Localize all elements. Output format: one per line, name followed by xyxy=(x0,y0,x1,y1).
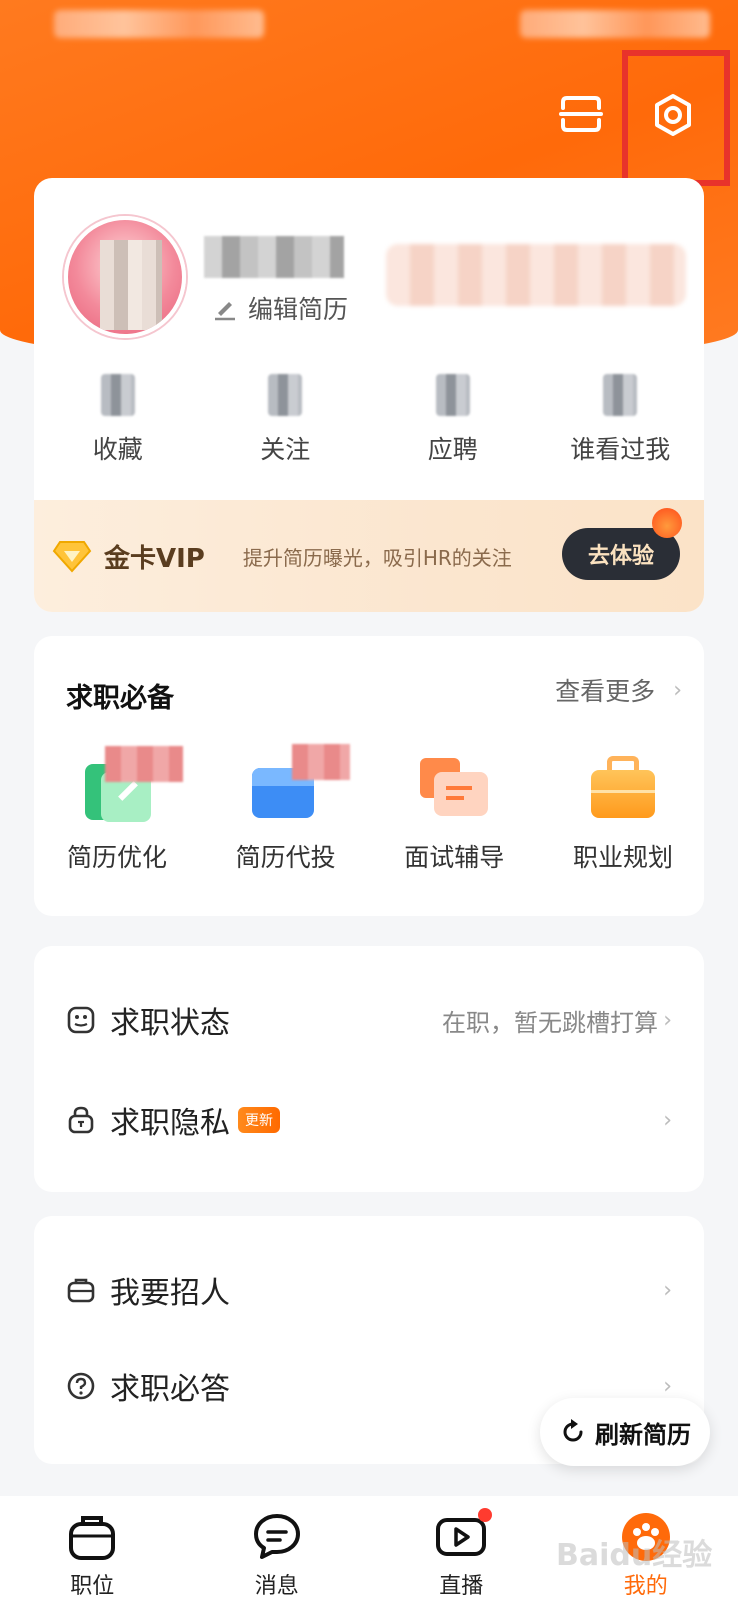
view-more-link[interactable]: 查看更多 › xyxy=(555,672,682,708)
profile-card: 编辑简历 收藏 关注 应聘 谁看过我 金卡VIP 提升简历曝光，吸引HR的关注 … xyxy=(34,178,704,612)
job-status-value: 在职，暂无跳槽打算 xyxy=(442,1008,658,1037)
vip-title: 金卡VIP xyxy=(104,543,205,574)
tool-label: 职业规划 xyxy=(572,843,673,872)
question-icon xyxy=(67,1372,95,1400)
diamond-icon xyxy=(52,541,92,573)
vip-banner[interactable]: 金卡VIP 提升简历曝光，吸引HR的关注 去体验 xyxy=(34,500,704,612)
avatar[interactable] xyxy=(64,216,186,338)
briefcase-tab-icon xyxy=(69,1516,116,1560)
edit-resume-label: 编辑简历 xyxy=(248,295,349,324)
tool-resume-delivery[interactable]: 简历代投 xyxy=(211,744,361,874)
profile-info-blurred xyxy=(386,244,686,306)
pencil-icon xyxy=(215,302,235,321)
flame-icon xyxy=(652,508,682,538)
briefcase-orange-icon xyxy=(583,744,663,824)
chevron-right-icon: › xyxy=(663,1277,672,1303)
tool-career-planning[interactable]: 职业规划 xyxy=(548,744,698,874)
stat-count-blurred xyxy=(435,374,470,416)
scan-icon xyxy=(559,96,603,132)
user-name-blurred xyxy=(204,236,344,278)
recruit-row[interactable]: 我要招人 › xyxy=(66,1260,682,1320)
scan-button[interactable] xyxy=(556,92,606,136)
tool-label: 面试辅导 xyxy=(404,843,505,872)
job-settings-card: 求职状态 在职，暂无跳槽打算 › 求职隐私 更新 › xyxy=(34,946,704,1192)
tab-messages[interactable]: 消息 xyxy=(217,1510,337,1600)
section-title: 求职必备 xyxy=(66,683,174,714)
status-bar-blurred-right xyxy=(520,10,710,38)
chevron-right-icon: › xyxy=(663,1373,672,1399)
watermark: Baidu经验 xyxy=(556,1538,713,1573)
resume-optimize-icon xyxy=(77,744,183,824)
job-status-row[interactable]: 求职状态 在职，暂无跳槽打算 › xyxy=(66,990,682,1050)
tab-live[interactable]: 直播 xyxy=(401,1508,521,1600)
stat-following[interactable]: 关注 xyxy=(205,374,365,466)
tool-interview-coaching[interactable]: 面试辅导 xyxy=(379,744,529,874)
refresh-resume-button[interactable]: 刷新简历 xyxy=(540,1398,710,1466)
settings-highlight-box xyxy=(622,50,730,186)
view-more-label: 查看更多 xyxy=(555,677,656,706)
job-privacy-row[interactable]: 求职隐私 更新 › xyxy=(66,1090,682,1150)
stat-count-blurred xyxy=(603,374,638,416)
tool-label: 简历代投 xyxy=(235,843,336,872)
update-badge: 更新 xyxy=(238,1107,280,1133)
job-essentials-card: 求职必备 查看更多 › 简历优化 简历代投 面试辅导 职业规划 xyxy=(34,636,704,916)
chat-bubbles-icon xyxy=(414,744,494,824)
chevron-right-icon: › xyxy=(673,677,682,703)
stat-viewed-me[interactable]: 谁看过我 xyxy=(540,374,700,466)
vip-try-label: 去体验 xyxy=(587,544,654,569)
stat-label: 谁看过我 xyxy=(570,435,671,464)
vip-description: 提升简历曝光，吸引HR的关注 xyxy=(242,545,512,570)
faq-label: 求职必答 xyxy=(110,1372,230,1407)
stat-label: 应聘 xyxy=(427,435,478,464)
refresh-icon xyxy=(563,1419,583,1442)
tab-jobs[interactable]: 职位 xyxy=(32,1510,152,1600)
chevron-right-icon: › xyxy=(663,1107,672,1133)
briefcase-icon xyxy=(67,1278,95,1303)
refresh-resume-label: 刷新简历 xyxy=(595,1420,691,1449)
profile-stats: 收藏 关注 应聘 谁看过我 xyxy=(34,374,704,466)
notification-dot xyxy=(478,1508,493,1522)
lock-icon xyxy=(68,1106,94,1134)
stat-label: 收藏 xyxy=(92,435,143,464)
stat-applied[interactable]: 应聘 xyxy=(373,374,533,466)
chevron-right-icon: › xyxy=(663,1007,672,1033)
stat-count-blurred xyxy=(268,374,303,416)
recruit-label: 我要招人 xyxy=(110,1276,230,1311)
edit-resume-link[interactable]: 编辑简历 xyxy=(212,290,348,326)
tab-label: 职位 xyxy=(70,1574,115,1599)
job-status-label: 求职状态 xyxy=(110,1006,230,1041)
chat-icon xyxy=(253,1514,300,1559)
stat-favorites[interactable]: 收藏 xyxy=(38,374,198,466)
tool-label: 简历优化 xyxy=(66,843,167,872)
tab-label: 直播 xyxy=(439,1574,484,1599)
briefcase-blue-icon xyxy=(246,744,350,824)
status-face-icon xyxy=(67,1006,95,1034)
stat-label: 关注 xyxy=(260,435,311,464)
status-bar-blurred xyxy=(54,10,264,38)
stat-count-blurred xyxy=(100,374,135,416)
job-privacy-label: 求职隐私 xyxy=(110,1106,230,1141)
tab-label: 消息 xyxy=(254,1574,299,1599)
tool-resume-optimize[interactable]: 简历优化 xyxy=(42,744,192,874)
